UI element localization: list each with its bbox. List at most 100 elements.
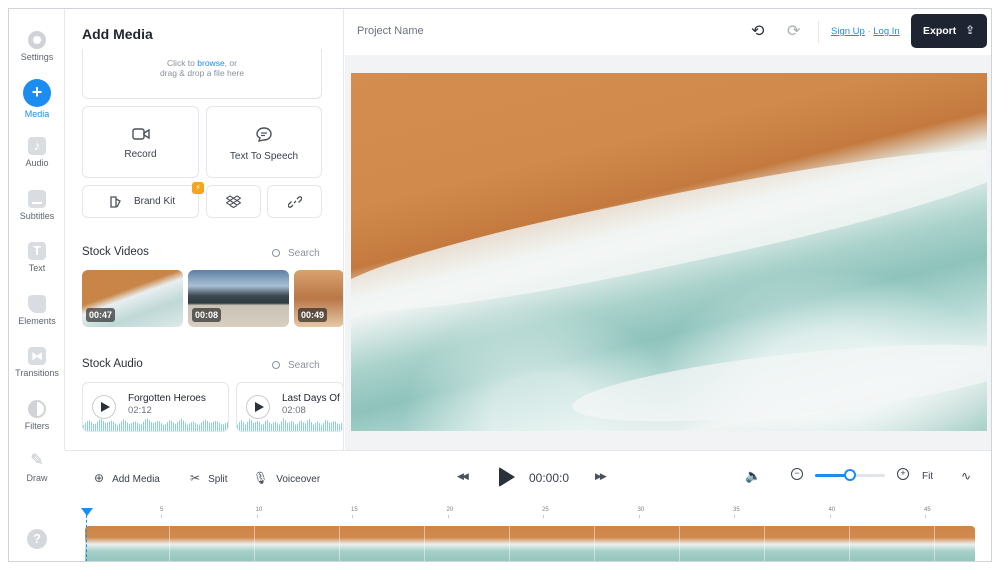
zoom-slider-handle[interactable] <box>844 469 856 481</box>
video-duration: 00:08 <box>192 308 222 322</box>
scissors-icon: ✂ <box>190 471 201 485</box>
auth-links: Sign Up · Log In <box>831 26 900 37</box>
stock-videos-title: Stock Videos <box>82 246 149 258</box>
sidebar-item-subtitles[interactable]: Subtitles <box>9 190 65 221</box>
undo-icon[interactable]: ⟲ <box>751 21 764 41</box>
export-button[interactable]: Export ⇪ <box>911 14 987 48</box>
record-label: Record <box>124 149 157 160</box>
brand-kit-button[interactable]: Brand Kit ⚡ <box>82 182 204 218</box>
media-panel: Add Media Click to browse, or drag & dro… <box>65 9 344 450</box>
stock-video-thumbnail[interactable]: 00:47 <box>82 270 183 327</box>
fast-forward-icon[interactable]: ▶▶ <box>595 471 607 482</box>
gear-icon <box>28 31 46 49</box>
ruler-tick: 25 <box>542 507 549 518</box>
stock-videos-search[interactable]: Search <box>272 248 320 259</box>
ruler-tick: 10 <box>255 507 263 518</box>
help-icon[interactable]: ? <box>27 529 47 549</box>
video-duration: 00:47 <box>86 308 116 322</box>
plus-icon: + <box>23 79 51 107</box>
rewind-icon[interactable]: ◀◀ <box>457 471 469 482</box>
link-button[interactable] <box>267 185 322 218</box>
stock-video-thumbnail[interactable]: 00:49 <box>294 270 343 327</box>
search-icon <box>272 249 280 257</box>
text-icon <box>28 242 46 260</box>
microphone-icon: 🎙 <box>253 471 269 485</box>
ruler-tick: 30 <box>637 507 645 518</box>
waveform-toggle-icon[interactable]: ∿ <box>961 469 971 483</box>
sign-up-link[interactable]: Sign Up <box>831 26 865 37</box>
split-button[interactable]: ✂ Split <box>190 471 228 485</box>
voiceover-button[interactable]: 🎙 Voiceover <box>253 471 320 485</box>
dropzone-text: Click to <box>167 58 198 68</box>
plus-circle-icon: ⊕ <box>94 471 105 485</box>
fit-button[interactable]: Fit <box>922 471 933 482</box>
waveform <box>237 417 343 431</box>
dropzone-text: drag & drop a file here <box>159 68 245 78</box>
audio-duration: 02:08 <box>282 405 306 416</box>
ruler-tick: 5 <box>160 507 164 518</box>
tts-label: Text To Speech <box>229 151 299 162</box>
audio-title: Last Days Of <box>282 393 340 404</box>
search-label: Search <box>288 248 320 259</box>
text-to-speech-button[interactable]: Text To Speech <box>206 106 322 178</box>
sidebar-item-label: Draw <box>26 473 48 483</box>
add-media-button[interactable]: ⊕ Add Media <box>94 471 160 485</box>
music-note-icon <box>28 137 46 155</box>
sidebar-item-label: Elements <box>18 316 56 326</box>
auth-separator: · <box>864 26 874 37</box>
sidebar-item-label: Subtitles <box>19 211 55 221</box>
add-media-label: Add Media <box>112 474 160 485</box>
log-in-link[interactable]: Log In <box>873 26 899 37</box>
lightning-badge-icon: ⚡ <box>192 182 204 194</box>
audio-duration: 02:12 <box>128 405 152 416</box>
stock-audio-search[interactable]: Search <box>272 360 320 371</box>
play-icon[interactable] <box>246 395 270 419</box>
stock-audio-title: Stock Audio <box>82 358 143 370</box>
sidebar-item-label: Filters <box>24 421 50 431</box>
link-icon <box>287 196 302 208</box>
sidebar-item-label: Media <box>24 109 50 119</box>
playhead[interactable] <box>81 508 93 561</box>
sidebar-item-text[interactable]: Text <box>9 242 65 273</box>
play-icon[interactable] <box>92 395 116 419</box>
video-preview[interactable] <box>351 73 987 431</box>
sidebar: Settings + Media Audio Subtitles Text El… <box>9 9 65 450</box>
browse-link[interactable]: browse <box>197 58 224 68</box>
upload-dropzone[interactable]: Click to browse, or drag & drop a file h… <box>82 49 322 99</box>
timeline-ruler: 5 10 15 20 25 30 35 40 45 <box>85 507 980 518</box>
dropbox-button[interactable] <box>206 185 261 218</box>
sidebar-item-audio[interactable]: Audio <box>9 137 65 168</box>
zoom-slider[interactable] <box>815 469 885 481</box>
ruler-tick: 20 <box>446 507 454 518</box>
timecode: 00:00:0 <box>529 471 570 485</box>
sidebar-item-transitions[interactable]: Transitions <box>9 347 65 378</box>
record-button[interactable]: Record <box>82 106 199 178</box>
sidebar-item-draw[interactable]: Draw <box>9 450 65 483</box>
sidebar-item-elements[interactable]: Elements <box>9 295 65 326</box>
timeline-area: ⊕ Add Media ✂ Split 🎙 Voiceover ◀◀ 00:00:0 … <box>65 450 991 561</box>
play-icon[interactable] <box>499 467 515 487</box>
video-track-clip[interactable] <box>85 526 975 561</box>
top-bar: Project Name ⟲ ⟳ Sign Up · Log In Export… <box>345 9 991 55</box>
sidebar-item-label: Settings <box>20 52 54 62</box>
redo-icon[interactable]: ⟳ <box>787 21 800 41</box>
stock-video-thumbnail[interactable]: 00:08 <box>188 270 289 327</box>
speech-bubble-icon <box>256 127 272 142</box>
sidebar-item-settings[interactable]: Settings <box>9 31 65 62</box>
zoom-in-icon[interactable]: + <box>897 468 909 480</box>
subtitles-icon <box>28 190 46 208</box>
brand-kit-label: Brand Kit <box>134 196 176 207</box>
dropzone-text: , or <box>224 58 237 68</box>
panel-title: Add Media <box>82 26 153 42</box>
project-name-field[interactable]: Project Name <box>357 25 424 37</box>
sidebar-item-filters[interactable]: Filters <box>9 400 65 431</box>
canvas-area: Project Name ⟲ ⟳ Sign Up · Log In Export… <box>345 9 991 450</box>
zoom-out-icon[interactable]: − <box>791 468 803 480</box>
search-label: Search <box>288 360 320 371</box>
stock-audio-item[interactable]: Last Days Of 02:08 <box>236 382 343 432</box>
audio-title: Forgotten Heroes <box>128 393 206 404</box>
volume-icon[interactable]: 🔈 <box>745 468 761 484</box>
stock-audio-item[interactable]: Forgotten Heroes 02:12 <box>82 382 229 432</box>
sidebar-item-media[interactable]: + Media <box>9 79 65 119</box>
divider <box>818 21 819 43</box>
